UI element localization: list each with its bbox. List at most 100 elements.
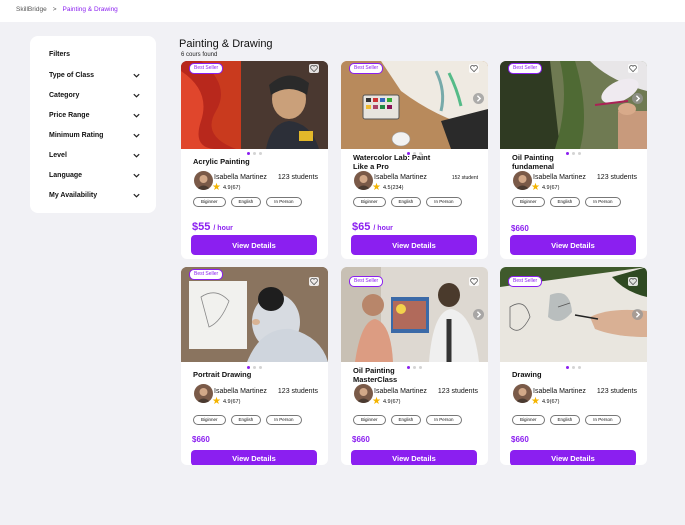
course-photo: Best Seller: [181, 61, 328, 149]
breadcrumb-current: Painting & Drawing: [62, 6, 118, 13]
course-photo: Best Seller: [341, 61, 488, 149]
price: $660: [511, 435, 529, 444]
favorite-icon[interactable]: [628, 64, 638, 73]
filter-minimum-rating[interactable]: Minimum Rating: [49, 129, 141, 141]
language-tag: English: [549, 197, 581, 207]
favorite-icon[interactable]: [309, 64, 319, 73]
star-icon: ★: [531, 396, 540, 407]
favorite-icon[interactable]: [309, 277, 319, 286]
chevron-down-icon: [132, 151, 141, 160]
filter-my-availability[interactable]: My Availability: [49, 189, 141, 201]
rating: ★ 4.9(67): [212, 183, 240, 193]
price-value: $660: [192, 435, 210, 444]
course-title: Oil Painting fundamenal: [512, 153, 555, 171]
rating: ★ 4.9(67): [372, 397, 400, 407]
star-icon: ★: [372, 182, 381, 193]
filter-price-range[interactable]: Price Range: [49, 109, 141, 121]
rating: ★ 4.5(234): [372, 183, 403, 193]
filter-category[interactable]: Category: [49, 89, 141, 101]
rating-value: 4.9(67): [222, 399, 241, 405]
format-tag: In Person: [266, 415, 302, 425]
chevron-down-icon: [132, 71, 141, 80]
favorite-icon[interactable]: [469, 64, 479, 73]
student-count: 123 students: [596, 388, 637, 395]
next-image-icon[interactable]: [632, 93, 643, 104]
carousel-dot[interactable]: [259, 152, 262, 155]
carousel-dot[interactable]: [259, 366, 262, 369]
filter-label: Minimum Rating: [49, 131, 104, 139]
course-card[interactable]: Best Seller Portrait Drawing Isabella Ma…: [181, 267, 328, 465]
view-details-button[interactable]: View Details: [351, 450, 477, 465]
filter-language[interactable]: Language: [49, 169, 141, 181]
page-title: Painting & Drawing: [179, 38, 273, 50]
language-tag: English: [390, 415, 422, 425]
rating: ★ 4.9(67): [212, 397, 240, 407]
chevron-down-icon: [132, 171, 141, 180]
carousel-dot[interactable]: [578, 366, 581, 369]
course-photo: Best Seller: [500, 61, 647, 149]
price-value: $660: [511, 435, 529, 444]
favorite-icon[interactable]: [469, 277, 479, 286]
student-count: 123 students: [277, 388, 318, 395]
carousel-dot[interactable]: [572, 366, 575, 369]
tag-list: Biginner English In Person: [193, 197, 302, 207]
carousel-dots: [566, 366, 581, 369]
carousel-dot[interactable]: [253, 152, 256, 155]
student-count: 152 student: [451, 175, 478, 181]
next-image-icon[interactable]: [632, 309, 643, 320]
view-details-button[interactable]: View Details: [351, 235, 477, 255]
rating-value: 4.9(67): [382, 399, 401, 405]
avatar: [194, 171, 213, 190]
favorite-icon[interactable]: [628, 277, 638, 286]
view-details-button[interactable]: View Details: [510, 235, 636, 255]
course-card[interactable]: Best Seller Oil Painting MasterClass Isa…: [341, 267, 488, 465]
avatar: [513, 171, 532, 190]
next-image-icon[interactable]: [473, 93, 484, 104]
format-tag: In Person: [266, 197, 302, 207]
format-tag: In Person: [585, 415, 621, 425]
price-value: $660: [511, 224, 529, 233]
best-seller-badge: Best Seller: [508, 276, 543, 287]
language-tag: English: [390, 197, 422, 207]
tutor-name: Isabella Martinez: [533, 388, 586, 395]
breadcrumb-home[interactable]: SkillBridge: [16, 6, 47, 13]
course-photo: Best Seller: [500, 267, 647, 362]
student-count: 123 students: [277, 174, 318, 181]
carousel-dot[interactable]: [247, 152, 250, 155]
filter-type-of-class[interactable]: Type of Class: [49, 69, 141, 81]
rating-value: 4.5(234): [382, 185, 404, 191]
best-seller-badge: Best Seller: [189, 63, 224, 74]
format-tag: In Person: [426, 197, 462, 207]
course-card[interactable]: Best Seller Watercolor Lab: Paint Like a…: [341, 61, 488, 259]
view-details-button[interactable]: View Details: [510, 450, 636, 465]
breadcrumb-separator: >: [52, 6, 57, 13]
carousel-dot[interactable]: [253, 366, 256, 369]
filter-label: My Availability: [49, 191, 98, 199]
top-bar: SkillBridge > Painting & Drawing: [0, 0, 685, 22]
filter-label: Level: [49, 151, 67, 159]
course-photo: Best Seller: [181, 267, 328, 362]
filter-level[interactable]: Level: [49, 149, 141, 161]
filters-panel: Filters: [30, 36, 156, 213]
view-details-button[interactable]: View Details: [191, 450, 317, 465]
level-tag: Biginner: [353, 415, 386, 425]
price-unit: / hour: [373, 225, 393, 232]
course-photo: Best Seller: [341, 267, 488, 362]
filter-label: Language: [49, 171, 83, 179]
course-card[interactable]: Best Seller Oil Painting fundamenal Isab…: [500, 61, 647, 259]
tag-list: Biginner English In Person: [512, 415, 621, 425]
view-details-button[interactable]: View Details: [191, 235, 317, 255]
course-card[interactable]: Best Seller Drawing Isabella Martinez 12…: [500, 267, 647, 465]
tutor-name: Isabella Martinez: [214, 174, 267, 181]
avatar: [513, 384, 532, 403]
tag-list: Biginner English In Person: [353, 415, 462, 425]
course-card[interactable]: Best Seller Acrylic Painting Isabella Ma…: [181, 61, 328, 259]
tutor-name: Isabella Martinez: [374, 388, 427, 395]
language-tag: English: [230, 415, 262, 425]
tutor-name: Isabella Martinez: [214, 388, 267, 395]
price: $660: [192, 435, 210, 444]
carousel-dot[interactable]: [566, 366, 569, 369]
carousel-dot[interactable]: [247, 366, 250, 369]
next-image-icon[interactable]: [473, 309, 484, 320]
level-tag: Biginner: [512, 415, 545, 425]
